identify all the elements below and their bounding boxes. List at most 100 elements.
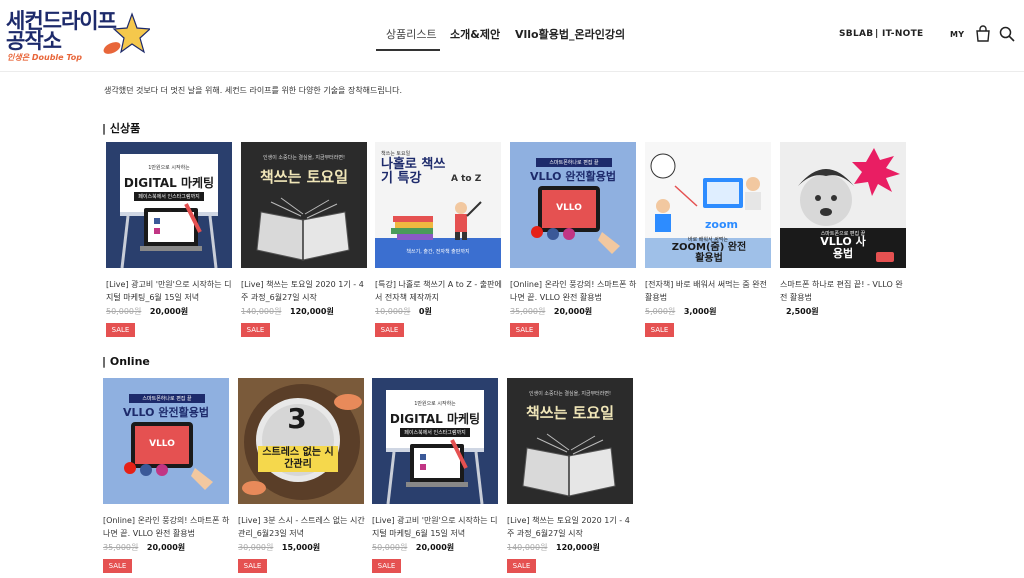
thumb-main-text: VLLO 완전활용법 [530, 170, 616, 183]
product-thumbnail[interactable]: 책쓰는 토요일 나홀로 책쓰기 특강 A to Z 책쓰기, 출간, 전자책 출… [375, 142, 501, 268]
thumb-top-text: 1만원으로 시작하는 [414, 401, 456, 407]
price-row: 35,000원 20,000원 [510, 306, 592, 317]
search-icon[interactable] [998, 25, 1016, 43]
price-row: 2,500원 [780, 306, 819, 317]
product-thumbnail[interactable]: 1만원으로 시작하는 DIGITAL 마케팅 페이스북에서 인스타그램까지 [106, 142, 232, 268]
thumb-main-text: 책쓰는 토요일 [259, 168, 349, 186]
thumb-top-text: 책쓰는 토요일 [381, 151, 411, 157]
product-thumbnail[interactable]: 스마트폰하나로 편집 끝 VLLO 완전활용법 VLLO [510, 142, 636, 268]
thumb-sub-text: A to Z [451, 174, 482, 184]
product-card[interactable]: 스마트폰하나로 편집 끝 VLLO 완전활용법 VLLO [Online] 온라… [510, 142, 638, 342]
original-price: 50,000원 [372, 543, 408, 552]
star-icon [103, 12, 150, 54]
original-price: 35,000원 [103, 543, 139, 552]
sale-badge: SALE [241, 323, 270, 337]
sale-price: 20,000원 [149, 307, 189, 316]
sale-price: 3,000원 [683, 307, 717, 316]
original-price: 10,000원 [375, 307, 411, 316]
section-title-new: | 신상품 [102, 122, 141, 135]
thumb-main-text: VLLO 사용법 [820, 235, 866, 260]
product-card[interactable]: 스마트폰으로 편집 끝 VLLO 사용법 스마트폰 하나로 편집 끝! - VL… [780, 142, 908, 342]
product-thumbnail[interactable]: 인생이 소중다는 결심을, 지금부터라면! 책쓰는 토요일 [241, 142, 367, 268]
bag-icon[interactable] [974, 25, 992, 43]
nav-item-vllo-course[interactable]: Vllo활용법_온라인강의 [515, 26, 625, 42]
site-header: 세컨드라이프 공작소 인생은 Double Top 상품리스트 소개&제안 Vl… [0, 0, 1024, 72]
product-card[interactable]: 스마트폰하나로 편집 끝 VLLO 완전활용법 VLLO [Online] 온라… [103, 378, 231, 578]
sale-badge: SALE [507, 559, 536, 573]
product-thumbnail[interactable]: 인생이 소중다는 결심을, 지금부터라면! 책쓰는 토요일 [507, 378, 633, 504]
nav-item-about[interactable]: 소개&제안 [450, 26, 500, 42]
price-row: 50,000원 20,000원 [106, 306, 188, 317]
original-price: 50,000원 [106, 307, 142, 316]
thumb-brand-text: zoom [705, 218, 738, 231]
thumb-top-text: 인생이 소중다는 결심을, 지금부터라면! [529, 391, 611, 397]
product-thumbnail[interactable]: 스마트폰하나로 편집 끝 VLLO 완전활용법 VLLO [103, 378, 229, 504]
original-price: 140,000원 [241, 307, 282, 316]
sale-badge: SALE [103, 559, 132, 573]
product-title[interactable]: [Live] 광고비 '만원'으로 시작하는 디지털 마케팅_6월 15일 저녁 [106, 279, 234, 304]
product-card[interactable]: 인생이 소중다는 결심을, 지금부터라면! 책쓰는 토요일 [Live] 책쓰는… [507, 378, 635, 578]
product-title[interactable]: [Live] 책쓰는 토요일 2020 1기 - 4주 과정_6월27일 시작 [507, 515, 635, 540]
product-title[interactable]: [Online] 온라인 풍강의! 스마트폰 하나면 끝. VLLO 완전 활용… [103, 515, 231, 540]
link-sblab[interactable]: SBLAB [839, 29, 873, 39]
thumb-sub-text: 페이스북에서 인스타그램까지 [134, 192, 204, 201]
thumb-main-text: DIGITAL 마케팅 [389, 412, 481, 426]
product-title[interactable]: [전자책] 바로 배워서 써먹는 줌 완전 활용법 [645, 279, 773, 304]
sale-badge: SALE [372, 559, 401, 573]
product-card[interactable]: 3 스트레스 없는 시간관리 [Live] 3분 스시 - 스트레스 없는 시간… [238, 378, 366, 578]
product-title[interactable]: [Online] 온라인 풍강의! 스마트폰 하나면 끝. VLLO 완전 활용… [510, 279, 638, 304]
thumb-main-text: 나홀로 책쓰기 특강 [381, 157, 446, 186]
link-my[interactable]: MY [950, 30, 964, 39]
thumb-top-text: 인생이 소중다는 결심을, 지금부터라면! [263, 155, 345, 161]
product-card[interactable]: 1만원으로 시작하는 DIGITAL 마케팅 페이스북에서 인스타그램까지 [L… [106, 142, 234, 342]
sale-price: 20,000원 [553, 307, 593, 316]
product-title[interactable]: [특강] 나홀로 책쓰기 A to Z - 출판에서 전자책 제작까지 [375, 279, 503, 304]
product-card[interactable]: 1만원으로 시작하는 DIGITAL 마케팅 페이스북에서 인스타그램까지 [L… [372, 378, 500, 578]
product-card[interactable]: zoom 바로 배워서 써먹는 ZOOM(줌) 완전활용법 [전자책] 바로 배… [645, 142, 773, 342]
thumb-main-text: VLLO 완전활용법 [123, 406, 209, 419]
thumb-sub-text: 페이스북에서 인스타그램까지 [400, 428, 470, 437]
thumb-screen-text: VLLO [556, 203, 582, 213]
logo-line2: 공작소 [6, 29, 62, 53]
site-logo[interactable]: 세컨드라이프 공작소 인생은 Double Top [6, 8, 150, 64]
product-card[interactable]: 인생이 소중다는 결심을, 지금부터라면! 책쓰는 토요일 [Live] 책쓰는… [241, 142, 369, 342]
link-it-note[interactable]: | IT-NOTE [875, 29, 924, 39]
sale-price: 20,000원 [415, 543, 455, 552]
thumb-bottom-text: 책쓰기, 출간, 전자책 출판까지 [406, 249, 470, 255]
thumb-main-text: 책쓰는 토요일 [525, 404, 615, 422]
original-price: 5,000원 [645, 307, 676, 316]
thumb-top-text: 스마트폰하나로 편집 끝 [536, 158, 612, 167]
product-title[interactable]: 스마트폰 하나로 편집 끝! - VLLO 완전 활용법 [780, 279, 908, 304]
sale-price: 20,000원 [146, 543, 186, 552]
price-row: 5,000원 3,000원 [645, 306, 716, 317]
sale-badge: SALE [375, 323, 404, 337]
billboard-illustration [120, 154, 218, 268]
price-row: 140,000원 120,000원 [241, 306, 334, 317]
sale-badge: SALE [510, 323, 539, 337]
sale-price: 120,000원 [556, 543, 600, 552]
price-row: 50,000원 20,000원 [372, 542, 454, 553]
sale-price: 0원 [418, 307, 432, 316]
product-thumbnail[interactable]: 1만원으로 시작하는 DIGITAL 마케팅 페이스북에서 인스타그램까지 [372, 378, 498, 504]
product-thumbnail[interactable]: 3 스트레스 없는 시간관리 [238, 378, 364, 504]
price-row: 30,000원 15,000원 [238, 542, 320, 553]
thumb-main-text: DIGITAL 마케팅 [123, 176, 215, 190]
sale-badge: SALE [238, 559, 267, 573]
product-title[interactable]: [Live] 3분 스시 - 스트레스 없는 시간관리_6월23일 저녁 [238, 515, 366, 540]
thumb-screen-text: VLLO [149, 439, 175, 449]
product-title[interactable]: [Live] 책쓰는 토요일 2020 1기 - 4주 과정_6월27일 시작 [241, 279, 369, 304]
product-thumbnail[interactable]: zoom 바로 배워서 써먹는 ZOOM(줌) 완전활용법 [645, 142, 771, 268]
product-title[interactable]: [Live] 광고비 '만원'으로 시작하는 디지털 마케팅_6월 15일 저녁 [372, 515, 500, 540]
thumb-top-text: 1만원으로 시작하는 [148, 165, 190, 171]
nav-item-products[interactable]: 상품리스트 [386, 26, 437, 42]
original-price: 35,000원 [510, 307, 546, 316]
product-thumbnail[interactable]: 스마트폰으로 편집 끝 VLLO 사용법 [780, 142, 906, 268]
sushi-plate-illustration [242, 384, 362, 500]
thumb-top-text: 스마트폰하나로 편집 끝 [129, 394, 205, 403]
sale-price: 2,500원 [786, 307, 819, 316]
product-card[interactable]: 책쓰는 토요일 나홀로 책쓰기 특강 A to Z 책쓰기, 출간, 전자책 출… [375, 142, 503, 342]
section-title-online: | Online [102, 355, 150, 368]
thumb-main-text: ZOOM(줌) 완전활용법 [671, 242, 747, 264]
sale-price: 15,000원 [281, 543, 321, 552]
thumb-main-text: 스트레스 없는 시간관리 [258, 446, 338, 472]
